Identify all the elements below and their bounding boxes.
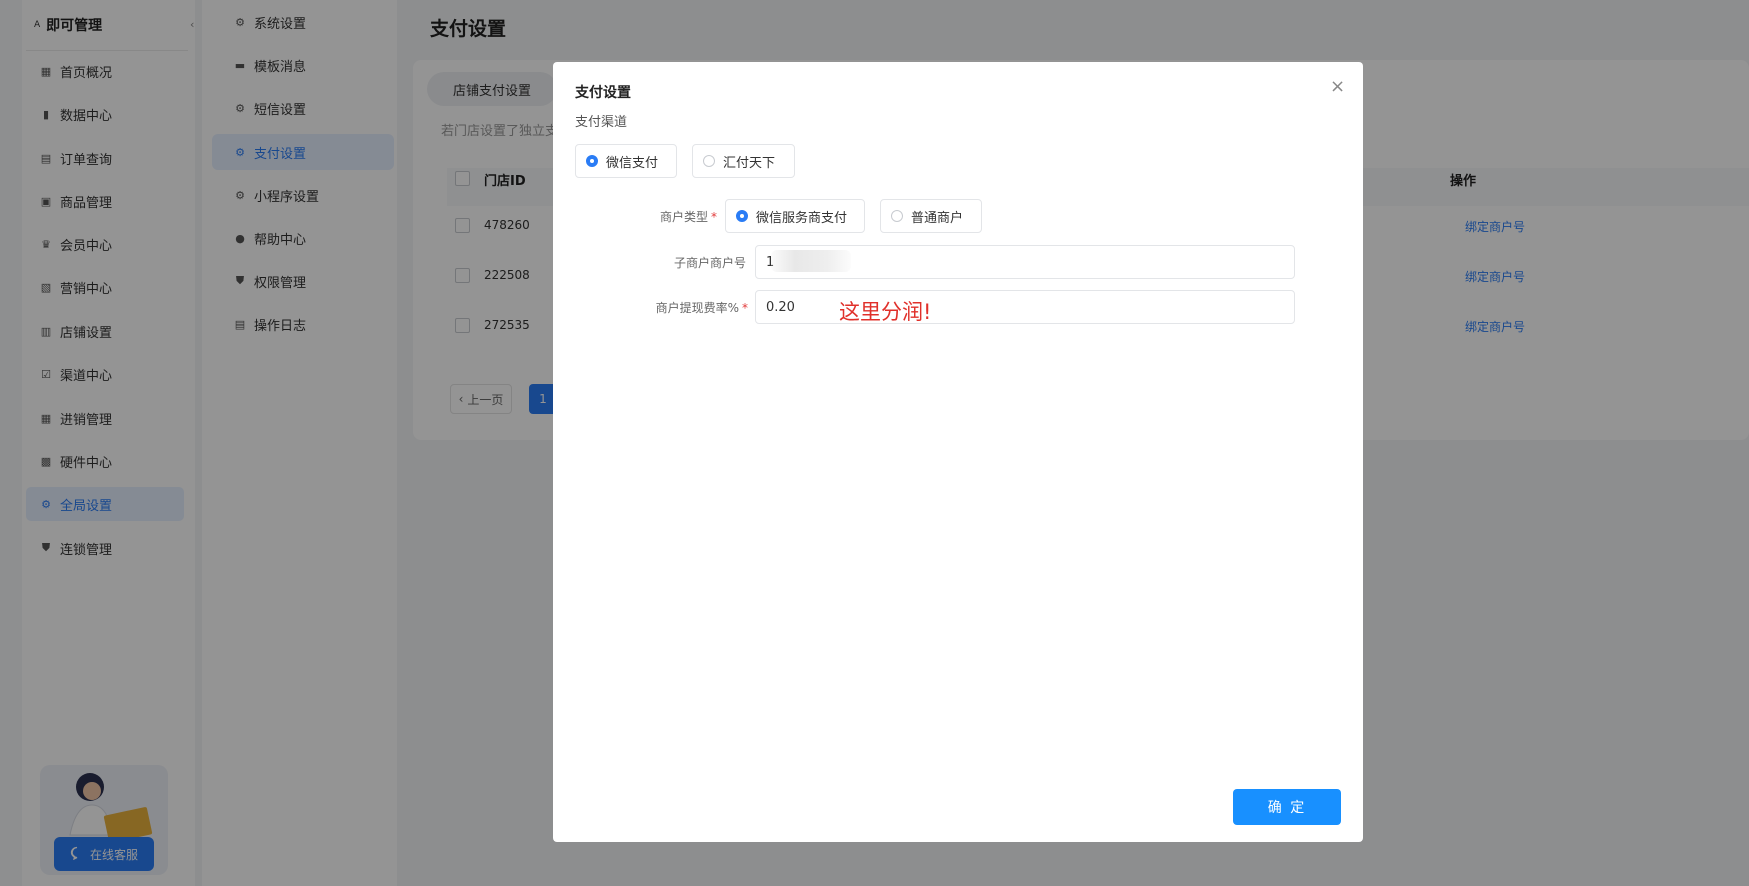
annotation-text: 这里分润!	[839, 300, 932, 324]
merchant-type-label: 商户类型 *	[567, 208, 717, 225]
merchant-type-option-label: 微信服务商支付	[756, 210, 848, 226]
withdraw-fee-rate-input[interactable]	[755, 290, 1295, 324]
channel-label: 汇付天下	[723, 155, 776, 171]
merchant-type-service-provider-radio[interactable]: 微信服务商支付	[725, 199, 865, 233]
radio-checked-icon	[586, 155, 598, 167]
radio-unchecked-icon	[703, 155, 715, 167]
required-mark: *	[742, 301, 748, 315]
sub-merchant-id-label: 子商户商户号	[673, 256, 746, 270]
redacted-mask	[771, 250, 851, 272]
channel-label: 微信支付	[606, 155, 659, 171]
close-icon[interactable]: ×	[1330, 78, 1345, 96]
payment-settings-dialog	[553, 62, 1363, 842]
merchant-type-text: 商户类型	[659, 210, 708, 224]
required-mark: *	[711, 210, 717, 224]
dialog-title: 支付设置	[575, 85, 631, 101]
merchant-type-option-label: 普通商户	[911, 210, 964, 226]
radio-checked-icon	[736, 210, 748, 222]
channel-huifu-radio[interactable]: 汇付天下	[692, 144, 795, 178]
withdraw-fee-rate-label: 商户提现费率% *	[598, 299, 748, 316]
merchant-type-normal-radio[interactable]: 普通商户	[880, 199, 982, 233]
confirm-button[interactable]: 确 定	[1233, 789, 1341, 825]
radio-unchecked-icon	[891, 210, 903, 222]
payment-channel-label: 支付渠道	[575, 115, 628, 130]
channel-wechat-pay-radio[interactable]: 微信支付	[575, 144, 677, 178]
fee-rate-text: 商户提现费率%	[655, 301, 739, 315]
